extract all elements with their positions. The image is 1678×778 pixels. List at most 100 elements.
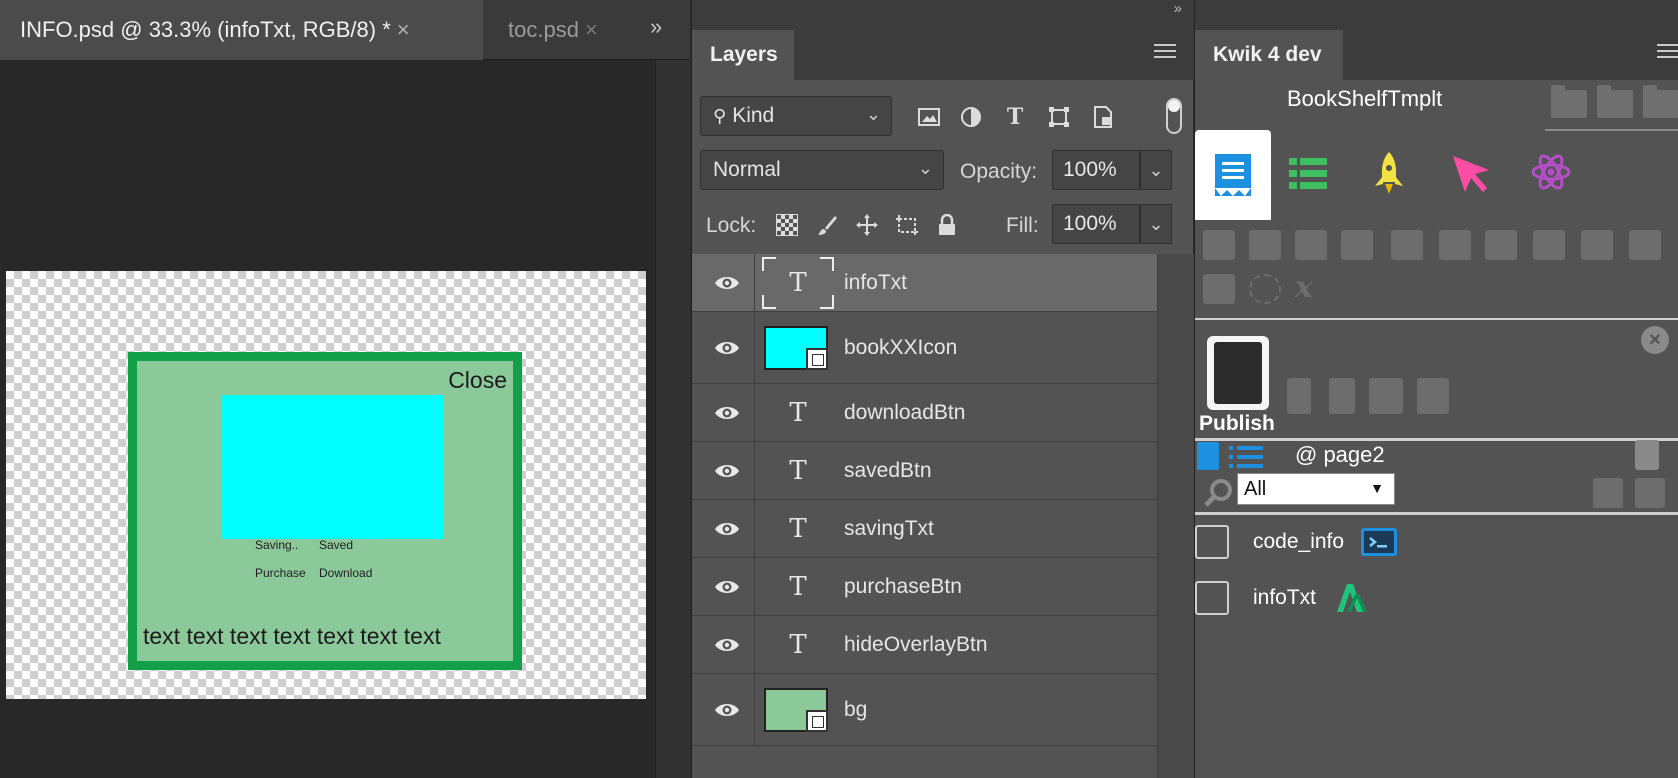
visibility-eye-icon[interactable]: [712, 268, 742, 298]
layer-row-downloadbtn[interactable]: T downloadBtn: [692, 384, 1157, 442]
layer-filter-kind-select[interactable]: ⚲ Kind ⌄: [700, 96, 892, 136]
document-canvas[interactable]: Close Saving.. Saved Purchase Download t…: [6, 271, 646, 699]
lock-transparent-pixels-icon[interactable]: [774, 212, 800, 238]
code-view-icon[interactable]: [1295, 230, 1327, 260]
lock-artboard-icon[interactable]: [894, 212, 920, 238]
visibility-eye-icon[interactable]: [712, 630, 742, 660]
layer-name[interactable]: infoTxt: [844, 271, 907, 295]
smart-object-filter-icon[interactable]: [1090, 104, 1116, 130]
close-tab-icon[interactable]: ×: [397, 17, 410, 43]
panel-menu-icon[interactable]: [1154, 44, 1176, 58]
opacity-dropdown-icon[interactable]: ⌄: [1140, 150, 1172, 190]
terminal-icon[interactable]: [1391, 230, 1423, 260]
search-icon[interactable]: [1203, 478, 1233, 508]
layer-name[interactable]: bg: [844, 698, 867, 722]
qr-icon[interactable]: [1287, 378, 1311, 414]
filter-toggle-switch[interactable]: [1166, 98, 1182, 134]
lock-position-icon[interactable]: [854, 212, 880, 238]
visibility-eye-icon[interactable]: [712, 695, 742, 725]
copy-icon[interactable]: [1417, 378, 1449, 414]
lock-all-icon[interactable]: [934, 212, 960, 238]
layer-name[interactable]: savedBtn: [844, 459, 932, 483]
stack-icon[interactable]: [1439, 230, 1471, 260]
layer-row-savedbtn[interactable]: T savedBtn: [692, 442, 1157, 500]
tab-kwik[interactable]: Kwik 4 dev: [1195, 30, 1343, 80]
layer-name[interactable]: savingTxt: [844, 517, 934, 541]
trash-icon[interactable]: [1635, 440, 1659, 470]
adjustment-filter-icon[interactable]: [958, 104, 984, 130]
web-icon[interactable]: [1581, 230, 1613, 260]
element-filter-select[interactable]: All ▼: [1237, 473, 1395, 505]
layer-row-infotxt[interactable]: T infoTxt: [692, 254, 1157, 312]
item-label[interactable]: code_info: [1253, 530, 1344, 554]
list-icon[interactable]: [1287, 154, 1333, 200]
item-checkbox[interactable]: [1195, 581, 1229, 615]
atom-icon[interactable]: [1529, 150, 1575, 196]
publish-label[interactable]: Publish: [1199, 412, 1275, 436]
add-page-icon[interactable]: [1485, 230, 1517, 260]
list-item[interactable]: infoTxt: [1195, 576, 1678, 620]
layers-icon[interactable]: [1203, 274, 1235, 304]
close-icon[interactable]: ×: [1641, 326, 1669, 354]
visibility-eye-icon[interactable]: [712, 333, 742, 363]
cursor-icon[interactable]: [1449, 152, 1495, 198]
layer-row-purchasebtn[interactable]: T purchaseBtn: [692, 558, 1157, 616]
list-item[interactable]: code_info: [1195, 520, 1678, 564]
image-stack-icon[interactable]: [1369, 378, 1403, 414]
text-layer-icon: T: [789, 571, 807, 602]
visibility-eye-icon[interactable]: [712, 572, 742, 602]
visibility-eye-icon[interactable]: [712, 398, 742, 428]
document-scrollbar[interactable]: [655, 60, 690, 778]
tablet-icon[interactable]: [1207, 336, 1269, 410]
panel-menu-icon[interactable]: [1657, 44, 1678, 58]
layer-name[interactable]: purchaseBtn: [844, 575, 962, 599]
page-doc-icon[interactable]: [1211, 152, 1257, 198]
fill-dropdown-icon[interactable]: ⌄: [1140, 204, 1172, 244]
loading-icon[interactable]: [1249, 274, 1281, 304]
layer-row-bookxxicon[interactable]: bookXXIcon: [692, 312, 1157, 384]
paste-icon[interactable]: [1593, 478, 1623, 508]
rocket-icon[interactable]: [1369, 150, 1415, 196]
list-view-icon[interactable]: [1229, 446, 1263, 473]
device-icon[interactable]: [1329, 378, 1355, 414]
layers-scrollbar[interactable]: [1157, 254, 1194, 778]
opacity-label: Opacity:: [960, 160, 1038, 183]
collapse-panels-icon[interactable]: »: [1174, 0, 1182, 17]
open-folder-icon[interactable]: [1597, 85, 1633, 118]
blend-mode-select[interactable]: Normal ⌄: [700, 150, 944, 190]
type-filter-icon[interactable]: T: [1002, 104, 1028, 130]
shape-filter-icon[interactable]: [1046, 104, 1072, 130]
timer-icon[interactable]: [1629, 230, 1661, 260]
tab-toc-psd[interactable]: toc.psd ×: [484, 0, 604, 60]
new-folder-icon[interactable]: [1551, 85, 1587, 118]
layer-name[interactable]: downloadBtn: [844, 401, 965, 425]
layer-name[interactable]: bookXXIcon: [844, 336, 957, 360]
visibility-eye-icon[interactable]: [712, 514, 742, 544]
export-icon[interactable]: [1635, 478, 1665, 508]
layer-row-hideoverlaybtn[interactable]: T hideOverlayBtn: [692, 616, 1157, 674]
page-view-icon[interactable]: [1197, 442, 1219, 470]
image-filter-icon[interactable]: [916, 104, 942, 130]
lock-image-pixels-icon[interactable]: [814, 212, 840, 238]
layer-row-savingtxt[interactable]: T savingTxt: [692, 500, 1157, 558]
fill-input[interactable]: 100%: [1052, 204, 1140, 244]
music-icon[interactable]: [1533, 230, 1565, 260]
tab-info-psd-label: INFO.psd @ 33.3% (infoTxt, RGB/8) *: [20, 17, 391, 42]
layer-row-bg[interactable]: bg: [692, 674, 1157, 746]
layer-settings-icon[interactable]: [1203, 230, 1235, 260]
html-icon[interactable]: [1341, 230, 1373, 260]
item-checkbox[interactable]: [1195, 525, 1229, 559]
text-layer-icon: T: [789, 455, 807, 486]
canvas-book-icon: [222, 395, 444, 539]
item-label[interactable]: infoTxt: [1253, 586, 1316, 610]
tab-layers[interactable]: Layers: [692, 30, 794, 80]
layer-name[interactable]: hideOverlayBtn: [844, 633, 988, 657]
close-tab-icon[interactable]: ×: [585, 17, 598, 43]
variable-icon[interactable]: x: [1295, 273, 1327, 304]
tab-info-psd[interactable]: INFO.psd @ 33.3% (infoTxt, RGB/8) * ×: [0, 0, 483, 60]
book-icon[interactable]: [1643, 85, 1678, 118]
opacity-input[interactable]: 100%: [1052, 150, 1140, 190]
visibility-eye-icon[interactable]: [712, 456, 742, 486]
document-stack-icon[interactable]: [1249, 230, 1281, 260]
tab-overflow-icon[interactable]: »: [650, 14, 662, 40]
